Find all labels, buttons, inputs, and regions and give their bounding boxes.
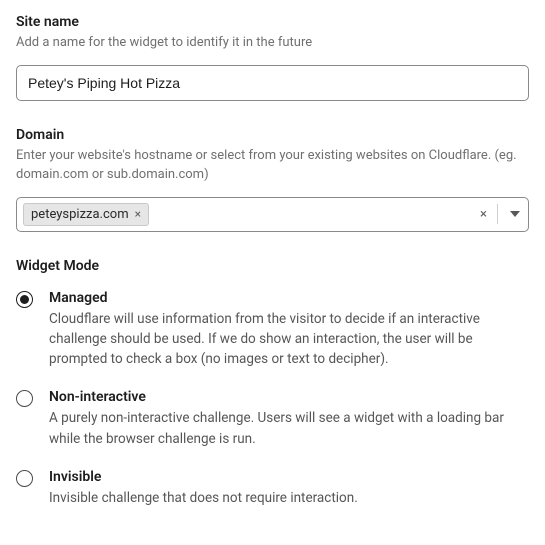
domain-field: Domain Enter your website's hostname or …: [16, 127, 529, 232]
radio-description: Invisible challenge that does not requir…: [49, 488, 529, 508]
site-name-label: Site name: [16, 14, 529, 30]
widget-mode-option-noninteractive[interactable]: Non-interactive A purely non-interactive…: [16, 389, 529, 449]
radio-label: Managed: [49, 290, 529, 306]
radio-button[interactable]: [16, 390, 33, 407]
radio-description: Cloudflare will use information from the…: [49, 309, 529, 370]
widget-mode-section: Widget Mode Managed Cloudflare will use …: [16, 258, 529, 509]
widget-mode-option-invisible[interactable]: Invisible Invisible challenge that does …: [16, 469, 529, 508]
radio-button[interactable]: [16, 291, 33, 308]
radio-label: Invisible: [49, 469, 529, 485]
domain-helper: Enter your website's hostname or select …: [16, 147, 529, 185]
domain-combobox[interactable]: peteyspizza.com × ×: [16, 197, 529, 232]
site-name-input[interactable]: [16, 65, 529, 101]
domain-chip-remove-icon[interactable]: ×: [135, 207, 141, 221]
radio-body: Managed Cloudflare will use information …: [49, 290, 529, 370]
radio-description: A purely non-interactive challenge. User…: [49, 408, 529, 449]
radio-body: Non-interactive A purely non-interactive…: [49, 389, 529, 449]
chevron-down-icon[interactable]: [504, 211, 522, 217]
site-name-helper: Add a name for the widget to identify it…: [16, 34, 529, 53]
radio-button[interactable]: [16, 470, 33, 487]
domain-label: Domain: [16, 127, 529, 143]
domain-clear-icon[interactable]: ×: [476, 207, 491, 222]
combo-divider: [497, 204, 498, 224]
domain-chip-text: peteyspizza.com: [31, 207, 129, 222]
radio-label: Non-interactive: [49, 389, 529, 405]
site-name-field: Site name Add a name for the widget to i…: [16, 14, 529, 101]
domain-chip: peteyspizza.com ×: [23, 203, 149, 226]
radio-dot-icon: [20, 295, 29, 304]
widget-mode-option-managed[interactable]: Managed Cloudflare will use information …: [16, 290, 529, 370]
widget-mode-title: Widget Mode: [16, 258, 529, 274]
radio-body: Invisible Invisible challenge that does …: [49, 469, 529, 508]
